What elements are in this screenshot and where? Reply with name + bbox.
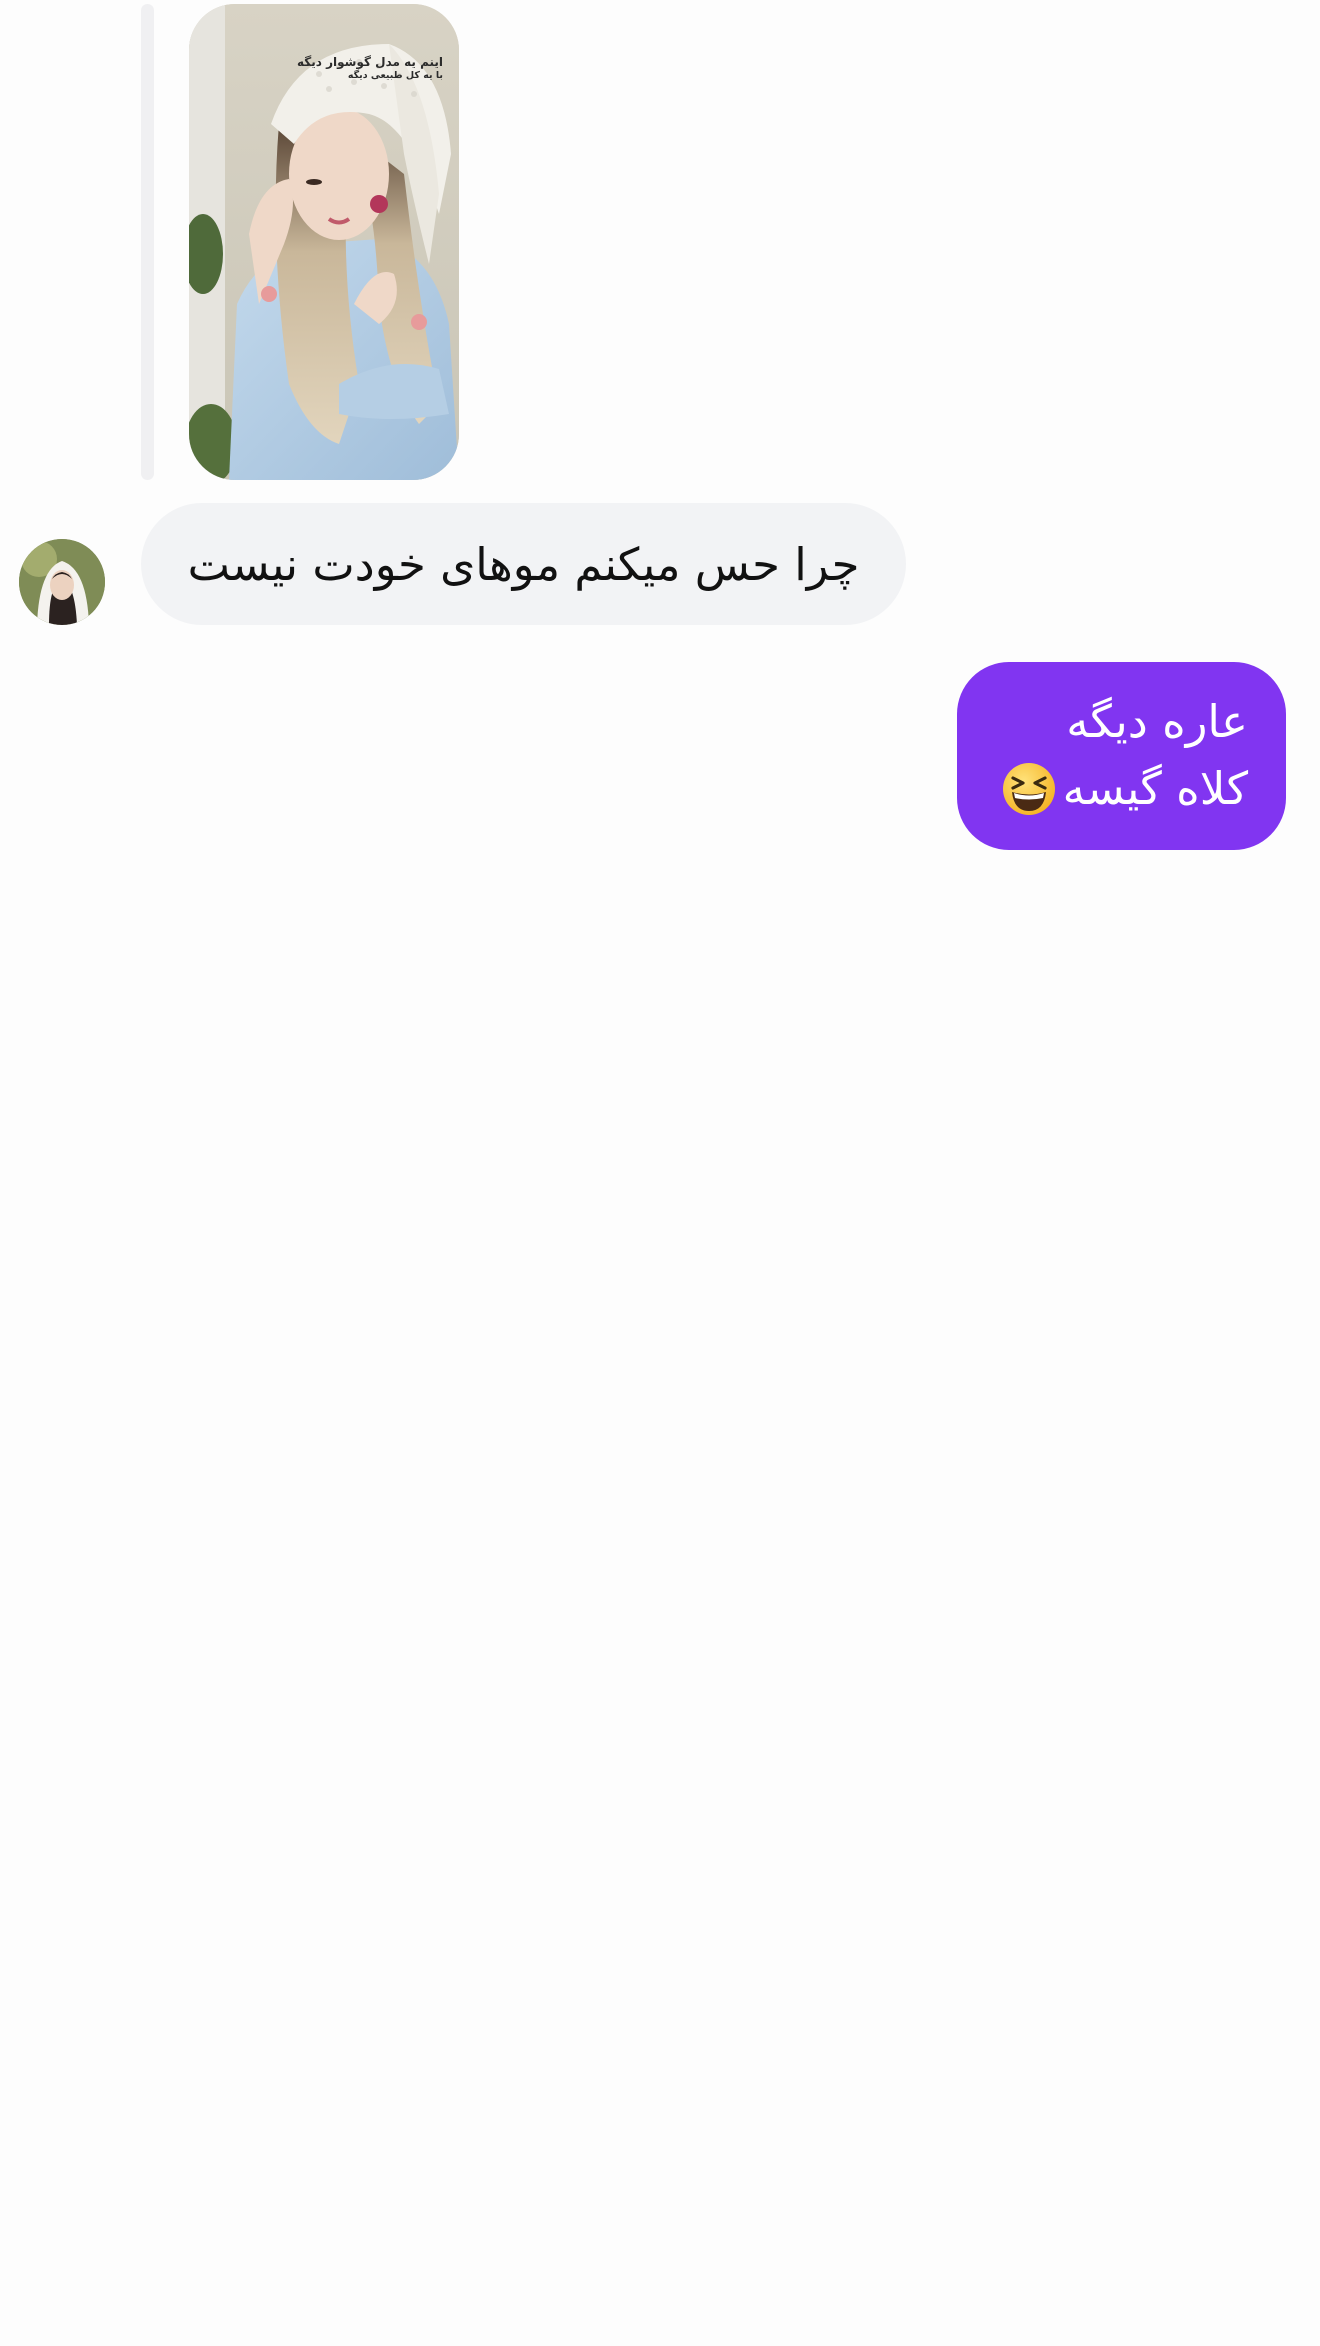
chat-thread: اینم یه مدل گوشوار دیگه با یه کل طبیعی د… (0, 0, 1320, 2346)
story-caption-line-1: اینم یه مدل گوشوار دیگه (297, 55, 443, 69)
incoming-message-text: چرا حس میکنم موهای خودت نیست (187, 537, 860, 591)
story-reply-indicator (141, 4, 154, 480)
contact-avatar[interactable] (19, 539, 105, 625)
outgoing-message-line-2-text: کلاه گیسه (1062, 762, 1248, 815)
grinning-squinting-face-icon (1002, 763, 1055, 815)
outgoing-message-line-1: عاره دیگه (1066, 695, 1248, 748)
story-caption: اینم یه مدل گوشوار دیگه با یه کل طبیعی د… (283, 54, 443, 83)
incoming-message-bubble[interactable]: چرا حس میکنم موهای خودت نیست (141, 503, 906, 625)
outgoing-message-bubble[interactable]: عاره دیگه کلاه گیسه (957, 662, 1286, 850)
story-caption-line-2: با یه کل طبیعی دیگه (347, 70, 443, 82)
outgoing-message-line-2: کلاه گیسه (995, 755, 1248, 822)
shared-story-preview[interactable]: اینم یه مدل گوشوار دیگه با یه کل طبیعی د… (189, 4, 459, 480)
avatar-photo (19, 539, 105, 625)
